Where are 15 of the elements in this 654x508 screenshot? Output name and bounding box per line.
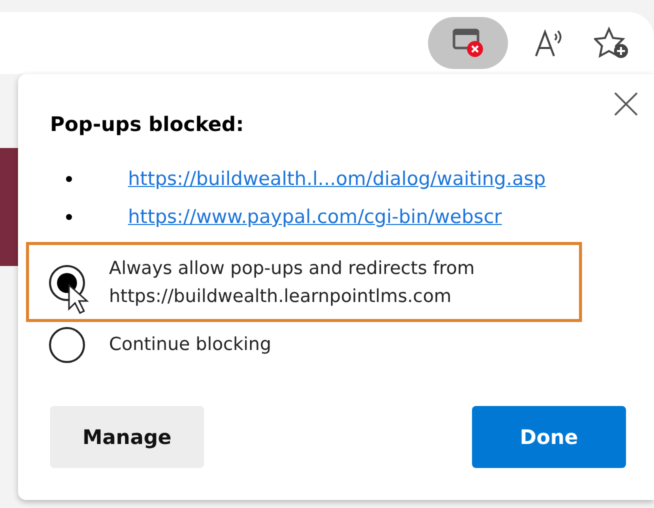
option-label: Always allow pop-ups and redirects from https://buildwealth.learnpointlms.com: [109, 257, 475, 309]
blocked-link[interactable]: https://buildwealth.l...om/dialog/waiting.asp: [128, 168, 546, 190]
star-plus-icon: [594, 26, 630, 60]
blocked-popup-button[interactable]: [428, 17, 508, 69]
option-label: Continue blocking: [109, 333, 272, 357]
popup-title: Pop-ups blocked:: [50, 112, 245, 136]
blocked-window-icon: [451, 27, 485, 59]
done-button[interactable]: Done: [472, 406, 626, 468]
radio-button[interactable]: [49, 327, 85, 363]
bullet: [66, 214, 72, 220]
close-button[interactable]: [614, 92, 638, 116]
manage-button[interactable]: Manage: [50, 406, 204, 468]
bullet: [66, 176, 72, 182]
blocked-link[interactable]: https://www.paypal.com/cgi-bin/webscr: [128, 206, 502, 228]
mouse-cursor-icon: [67, 283, 89, 315]
